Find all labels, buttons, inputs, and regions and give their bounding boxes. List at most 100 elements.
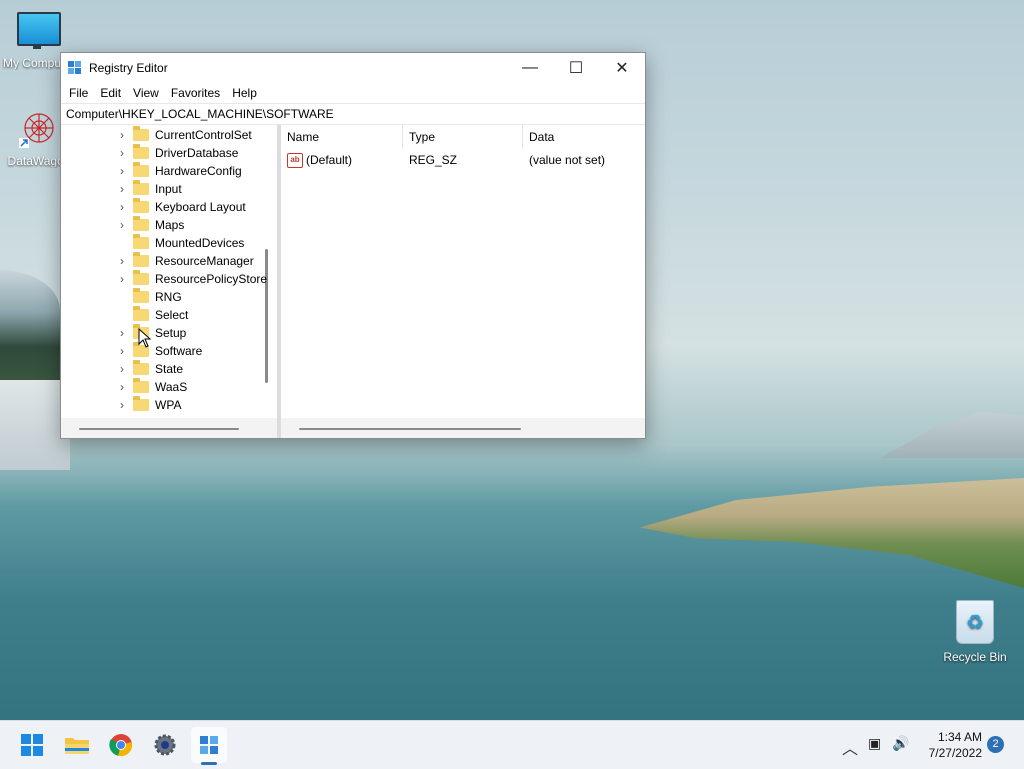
tree-item[interactable]: › DriverDatabase <box>117 144 238 162</box>
settings-icon <box>154 734 176 756</box>
column-header-name[interactable]: Name <box>281 125 403 149</box>
menu-view[interactable]: View <box>127 86 165 100</box>
tree-item-label: WPA <box>155 398 182 412</box>
volume-icon[interactable]: 🔊 <box>892 735 909 752</box>
wallpaper-island <box>640 478 1024 588</box>
chrome-icon <box>109 734 132 756</box>
tree-item[interactable]: Select <box>117 306 188 324</box>
list-horizontal-scrollbar[interactable] <box>299 428 521 430</box>
registry-editor-window: Registry Editor — ☐ ✕ File Edit View Fav… <box>60 52 646 439</box>
value-list[interactable]: Name Type Data ab (Default) REG_SZ (value… <box>281 125 645 438</box>
chevron-right-icon[interactable]: › <box>117 270 127 288</box>
address-bar[interactable]: Computer\HKEY_LOCAL_MACHINE\SOFTWARE <box>61 103 645 125</box>
network-icon[interactable]: ▣ <box>868 735 881 752</box>
tree-item[interactable]: › Keyboard Layout <box>117 198 246 216</box>
chevron-right-icon[interactable]: › <box>117 180 127 198</box>
title-bar[interactable]: Registry Editor — ☐ ✕ <box>61 53 645 83</box>
settings-button[interactable] <box>147 727 183 763</box>
menu-edit[interactable]: Edit <box>94 86 127 100</box>
tree-item[interactable]: › Software <box>117 342 202 360</box>
chevron-right-icon[interactable]: › <box>117 360 127 378</box>
folder-icon <box>133 306 149 321</box>
menu-file[interactable]: File <box>63 86 94 100</box>
tree-item-label: ResourceManager <box>155 254 254 268</box>
key-tree[interactable]: › CurrentControlSet › DriverDatabase › Hardwa… <box>61 125 277 438</box>
recycle-bin-icon: ♻ <box>956 600 994 644</box>
tree-item-label: WaaS <box>155 380 188 394</box>
value-row-name[interactable]: ab (Default) <box>281 151 405 169</box>
string-value-icon: ab <box>287 153 303 169</box>
tree-item-label: Maps <box>155 218 185 232</box>
tree-item-label: ResourcePolicyStore <box>155 272 268 286</box>
close-button[interactable]: ✕ <box>599 53 645 83</box>
folder-icon <box>133 252 149 267</box>
tree-item[interactable]: › WPA <box>117 396 181 414</box>
value-row-type: REG_SZ <box>409 153 458 167</box>
tree-horizontal-scrollbar[interactable] <box>79 428 239 430</box>
folder-icon <box>133 396 149 411</box>
registry-editor-taskbar-button[interactable] <box>191 727 227 763</box>
chevron-right-icon[interactable]: › <box>117 252 127 270</box>
chevron-right-icon[interactable]: › <box>117 342 127 360</box>
chevron-right-icon[interactable]: › <box>117 162 127 180</box>
value-name: (Default) <box>306 153 353 167</box>
desktop-icon-recycle-bin[interactable]: ♻ Recycle Bin <box>936 600 1014 664</box>
value-row-data: (value not set) <box>529 153 606 167</box>
chevron-right-icon[interactable]: › <box>117 198 127 216</box>
desktop-icon-label: Recycle Bin <box>943 650 1007 664</box>
menu-favorites[interactable]: Favorites <box>165 86 226 100</box>
mouse-cursor-icon <box>138 328 152 348</box>
tree-item[interactable]: › WaaS <box>117 378 187 396</box>
folder-icon <box>133 378 149 393</box>
tree-item-label: Setup <box>155 326 187 340</box>
tree-item[interactable]: MountedDevices <box>117 234 244 252</box>
clock[interactable]: 1:34 AM 7/27/2022 <box>918 729 982 761</box>
tree-item[interactable]: › ResourceManager <box>117 252 254 270</box>
folder-icon <box>133 144 149 159</box>
tree-item[interactable]: › Maps <box>117 216 184 234</box>
tree-item[interactable]: › HardwareConfig <box>117 162 242 180</box>
minimize-button[interactable]: — <box>507 53 553 83</box>
column-header-type[interactable]: Type <box>403 125 523 149</box>
registry-editor-icon <box>200 736 218 754</box>
folder-icon <box>133 234 149 249</box>
show-hidden-icons-chevron-icon[interactable]: ︿ <box>842 735 858 759</box>
chevron-right-icon[interactable]: › <box>117 144 127 162</box>
file-explorer-button[interactable] <box>59 727 95 763</box>
tree-item[interactable]: RNG <box>117 288 182 306</box>
folder-icon <box>133 198 149 213</box>
wallpaper-mountain <box>880 412 1024 458</box>
folder-icon <box>133 126 149 141</box>
chevron-right-icon[interactable]: › <box>117 126 127 144</box>
menu-bar: File Edit View Favorites Help <box>61 83 645 103</box>
folder-icon <box>133 162 149 177</box>
tree-item[interactable]: › CurrentControlSet <box>117 126 252 144</box>
window-title: Registry Editor <box>89 61 168 75</box>
tree-item-label: Select <box>155 308 189 322</box>
clock-time: 1:34 AM <box>937 730 982 744</box>
folder-icon <box>133 270 149 285</box>
tree-item[interactable]: › State <box>117 360 183 378</box>
svg-text:♻: ♻ <box>966 612 984 634</box>
chevron-right-icon[interactable]: › <box>117 216 127 234</box>
minimize-icon: — <box>522 59 538 76</box>
menu-help[interactable]: Help <box>226 86 263 100</box>
registry-editor-icon <box>68 61 81 74</box>
chrome-button[interactable] <box>103 727 139 763</box>
tree-item-label: Software <box>155 344 203 358</box>
start-button[interactable] <box>14 727 50 763</box>
clock-date: 7/27/2022 <box>928 746 982 760</box>
tree-item[interactable]: › Input <box>117 180 182 198</box>
chevron-right-icon[interactable]: › <box>117 378 127 396</box>
maximize-button[interactable]: ☐ <box>553 53 599 83</box>
tree-item-label: CurrentControlSet <box>155 128 252 142</box>
tree-item[interactable]: › ResourcePolicyStore <box>117 270 267 288</box>
notification-badge[interactable]: 2 <box>987 736 1004 753</box>
chevron-right-icon[interactable]: › <box>117 396 127 414</box>
taskbar: ︿ ▣ 🔊 1:34 AM 7/27/2022 <box>0 720 1024 769</box>
column-header-data[interactable]: Data <box>523 125 645 149</box>
chevron-right-icon[interactable]: › <box>117 324 127 342</box>
folder-icon <box>133 180 149 195</box>
